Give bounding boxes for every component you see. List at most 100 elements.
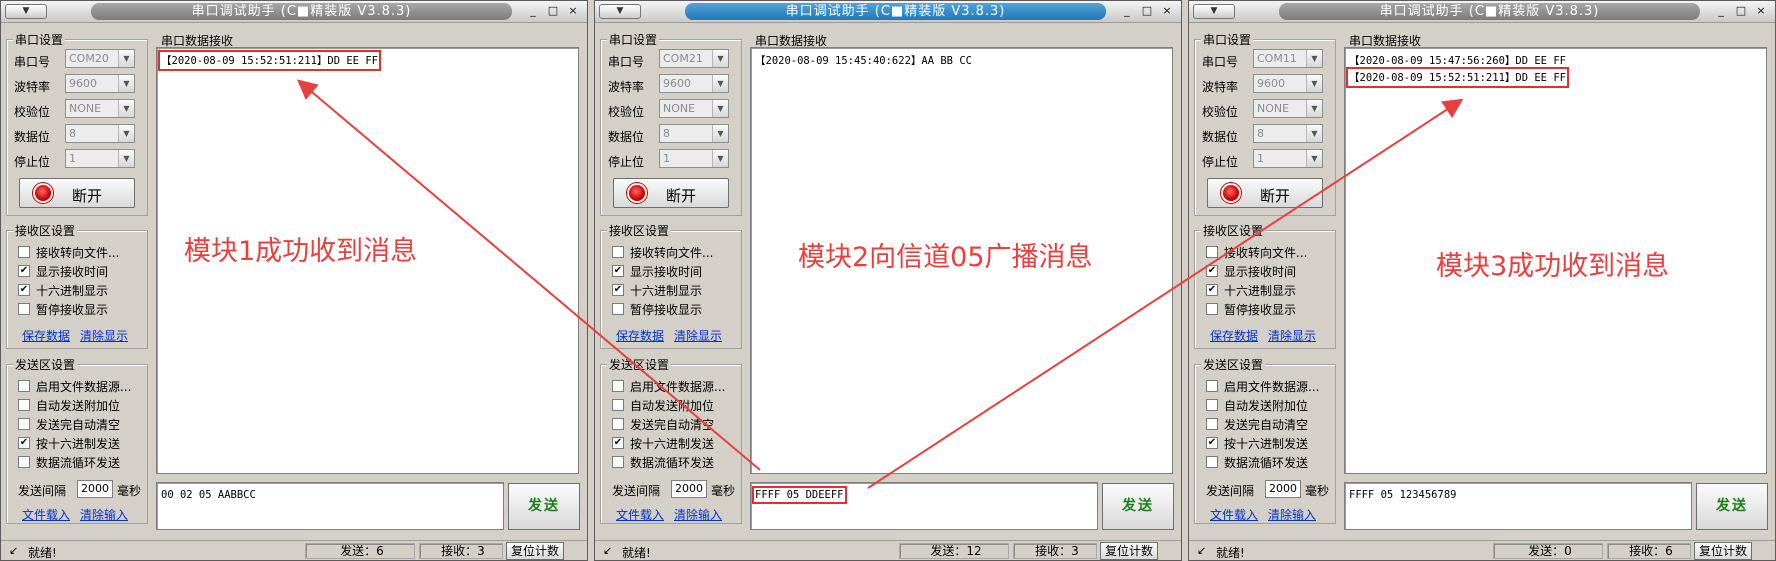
- chevron-down-icon[interactable]: ▼: [712, 125, 728, 142]
- port-select[interactable]: COM20 ▼: [65, 49, 135, 68]
- send-option-checkbox[interactable]: [612, 456, 624, 468]
- send-button[interactable]: 发送: [1102, 483, 1174, 530]
- send-option-checkbox[interactable]: ✔: [18, 437, 30, 449]
- send-option-checkbox[interactable]: ✔: [612, 437, 624, 449]
- maximize-button[interactable]: □: [1139, 4, 1155, 19]
- system-menu-button[interactable]: ▼: [599, 4, 641, 19]
- recv-option-checkbox[interactable]: ✔: [1206, 284, 1218, 296]
- send-interval-input[interactable]: 2000: [77, 480, 113, 498]
- receive-line: 【2020-08-09 15:52:51:211】DD EE FF: [158, 50, 381, 71]
- send-option-checkbox[interactable]: [18, 456, 30, 468]
- send-input[interactable]: FFFF 05 123456789: [1344, 482, 1692, 530]
- send-option-checkbox[interactable]: [1206, 418, 1218, 430]
- send-input[interactable]: FFFF 05 DDEEFF: [750, 482, 1098, 530]
- system-menu-button[interactable]: ▼: [5, 4, 47, 19]
- chevron-down-icon[interactable]: ▼: [1306, 125, 1322, 142]
- chevron-down-icon[interactable]: ▼: [118, 150, 134, 167]
- recv-option-checkbox[interactable]: [612, 246, 624, 258]
- minimize-button[interactable]: _: [525, 4, 541, 19]
- reset-count-button[interactable]: 复位计数: [1694, 542, 1752, 560]
- recv-option-checkbox[interactable]: ✔: [1206, 265, 1218, 277]
- baud-select[interactable]: 9600 ▼: [1253, 74, 1323, 93]
- chevron-down-icon[interactable]: ▼: [712, 150, 728, 167]
- maximize-button[interactable]: □: [1733, 4, 1749, 19]
- recv-option-checkbox[interactable]: [1206, 303, 1218, 315]
- chevron-down-icon[interactable]: ▼: [118, 50, 134, 67]
- databits-select[interactable]: 8 ▼: [65, 124, 135, 143]
- send-option-checkbox[interactable]: [612, 399, 624, 411]
- clear-display-link[interactable]: 清除显示: [674, 327, 722, 344]
- reset-count-button[interactable]: 复位计数: [1100, 542, 1158, 560]
- parity-select[interactable]: NONE ▼: [659, 99, 729, 118]
- chevron-down-icon[interactable]: ▼: [712, 100, 728, 117]
- save-data-link[interactable]: 保存数据: [1210, 327, 1258, 344]
- system-menu-button[interactable]: ▼: [1193, 4, 1235, 19]
- close-button[interactable]: ×: [1159, 4, 1175, 19]
- chevron-down-icon[interactable]: ▼: [712, 75, 728, 92]
- stopbits-select[interactable]: 1 ▼: [1253, 149, 1323, 168]
- recv-option-checkbox[interactable]: [18, 246, 30, 258]
- recv-option-checkbox[interactable]: ✔: [612, 265, 624, 277]
- load-file-link[interactable]: 文件载入: [22, 506, 70, 523]
- send-option-checkbox[interactable]: [18, 380, 30, 392]
- databits-select[interactable]: 8 ▼: [1253, 124, 1323, 143]
- recv-option-checkbox[interactable]: [18, 303, 30, 315]
- title-bar[interactable]: ▼ 串口调试助手 (C■精装版 V3.8.3) _ □ ×: [595, 1, 1181, 23]
- stopbits-select[interactable]: 1 ▼: [659, 149, 729, 168]
- send-option-checkbox[interactable]: [1206, 380, 1218, 392]
- chevron-down-icon[interactable]: ▼: [118, 125, 134, 142]
- chevron-down-icon[interactable]: ▼: [118, 75, 134, 92]
- clear-input-link[interactable]: 清除输入: [80, 506, 128, 523]
- send-button[interactable]: 发送: [1696, 483, 1768, 530]
- reset-count-button[interactable]: 复位计数: [506, 542, 564, 560]
- databits-select[interactable]: 8 ▼: [659, 124, 729, 143]
- clear-input-link[interactable]: 清除输入: [1268, 506, 1316, 523]
- send-option-checkbox[interactable]: ✔: [1206, 437, 1218, 449]
- open-close-port-button[interactable]: 断开: [613, 178, 729, 208]
- load-file-link[interactable]: 文件载入: [616, 506, 664, 523]
- chevron-down-icon[interactable]: ▼: [118, 100, 134, 117]
- recv-option-checkbox[interactable]: [612, 303, 624, 315]
- recv-option-checkbox[interactable]: ✔: [18, 284, 30, 296]
- save-data-link[interactable]: 保存数据: [616, 327, 664, 344]
- send-option-checkbox[interactable]: [18, 399, 30, 411]
- send-option-checkbox[interactable]: [1206, 456, 1218, 468]
- recv-option-checkbox[interactable]: [1206, 246, 1218, 258]
- baud-select[interactable]: 9600 ▼: [659, 74, 729, 93]
- open-close-port-button[interactable]: 断开: [1207, 178, 1323, 208]
- parity-select[interactable]: NONE ▼: [65, 99, 135, 118]
- clear-display-link[interactable]: 清除显示: [1268, 327, 1316, 344]
- close-button[interactable]: ×: [565, 4, 581, 19]
- port-select[interactable]: COM11 ▼: [1253, 49, 1323, 68]
- send-option-checkbox[interactable]: [1206, 399, 1218, 411]
- port-select[interactable]: COM21 ▼: [659, 49, 729, 68]
- recv-option-checkbox[interactable]: ✔: [18, 265, 30, 277]
- send-option-checkbox[interactable]: [612, 418, 624, 430]
- chevron-down-icon[interactable]: ▼: [1306, 50, 1322, 67]
- send-button[interactable]: 发送: [508, 483, 580, 530]
- clear-input-link[interactable]: 清除输入: [674, 506, 722, 523]
- open-close-port-button[interactable]: 断开: [19, 178, 135, 208]
- close-button[interactable]: ×: [1753, 4, 1769, 19]
- chevron-down-icon[interactable]: ▼: [712, 50, 728, 67]
- chevron-down-icon[interactable]: ▼: [1306, 75, 1322, 92]
- send-option-checkbox[interactable]: [612, 380, 624, 392]
- stopbits-select[interactable]: 1 ▼: [65, 149, 135, 168]
- maximize-button[interactable]: □: [545, 4, 561, 19]
- title-bar[interactable]: ▼ 串口调试助手 (C■精装版 V3.8.3) _ □ ×: [1189, 1, 1775, 23]
- clear-display-link[interactable]: 清除显示: [80, 327, 128, 344]
- minimize-button[interactable]: _: [1119, 4, 1135, 19]
- baud-select[interactable]: 9600 ▼: [65, 74, 135, 93]
- send-input[interactable]: 00 02 05 AABBCC: [156, 482, 504, 530]
- recv-option-checkbox[interactable]: ✔: [612, 284, 624, 296]
- load-file-link[interactable]: 文件载入: [1210, 506, 1258, 523]
- title-bar[interactable]: ▼ 串口调试助手 (C■精装版 V3.8.3) _ □ ×: [1, 1, 587, 23]
- save-data-link[interactable]: 保存数据: [22, 327, 70, 344]
- send-interval-input[interactable]: 2000: [1265, 480, 1301, 498]
- send-interval-input[interactable]: 2000: [671, 480, 707, 498]
- chevron-down-icon[interactable]: ▼: [1306, 150, 1322, 167]
- minimize-button[interactable]: _: [1713, 4, 1729, 19]
- chevron-down-icon[interactable]: ▼: [1306, 100, 1322, 117]
- send-option-checkbox[interactable]: [18, 418, 30, 430]
- parity-select[interactable]: NONE ▼: [1253, 99, 1323, 118]
